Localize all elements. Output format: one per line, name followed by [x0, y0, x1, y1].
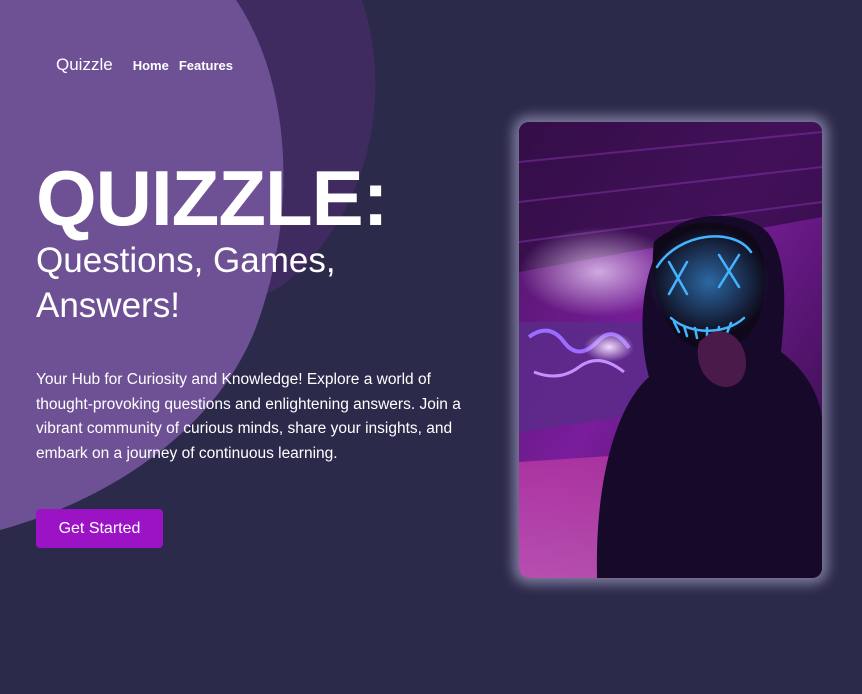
top-nav: Quizzle Home Features [56, 55, 243, 75]
get-started-button[interactable]: Get Started [36, 509, 163, 548]
hero-subtitle: Questions, Games, Answers! [36, 241, 336, 325]
hero-title: QUIZZLE: [36, 154, 389, 242]
neon-mask-illustration [519, 122, 822, 578]
nav-link-home[interactable]: Home [133, 58, 169, 73]
nav-link-features[interactable]: Features [179, 58, 233, 73]
brand-logo[interactable]: Quizzle [56, 55, 113, 75]
hero-image [519, 122, 822, 578]
hero-description: Your Hub for Curiosity and Knowledge! Ex… [36, 371, 461, 462]
